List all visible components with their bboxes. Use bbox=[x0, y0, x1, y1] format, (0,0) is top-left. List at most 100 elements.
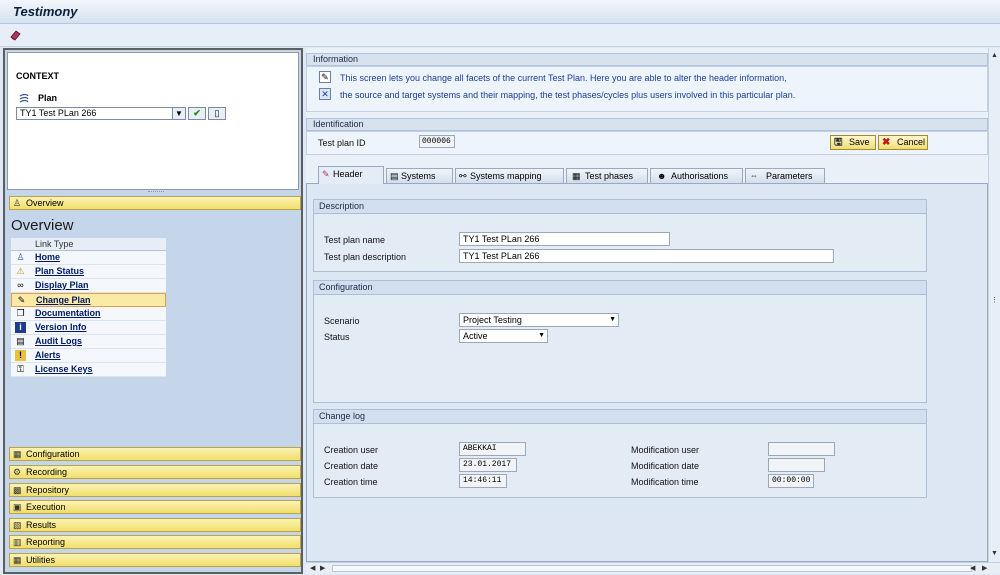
tab-test-phases[interactable]: ▦ Test phases bbox=[566, 168, 648, 183]
app-title: Testimony bbox=[13, 4, 78, 19]
creation-user-label: Creation user bbox=[324, 445, 379, 455]
information-header: Information bbox=[306, 53, 988, 66]
change-log-header: Change log bbox=[314, 410, 926, 424]
status-select[interactable]: Active ▼ bbox=[459, 329, 548, 343]
tab-authorisations[interactable]: ☻ Authorisations bbox=[650, 168, 743, 183]
horizontal-scrollbar[interactable]: ◀ ▶ ◀ ▶ bbox=[306, 562, 1000, 574]
nav-utilities-button[interactable]: ▦ Utilities bbox=[9, 553, 301, 567]
link-row-license-keys[interactable]: ⚿ License Keys bbox=[11, 363, 166, 377]
nav-configuration-button[interactable]: ▦ Configuration bbox=[9, 447, 301, 461]
save-button[interactable]: 🖫 Save bbox=[830, 135, 876, 150]
plan-select[interactable]: TY1 Test PLan 266 bbox=[16, 107, 186, 120]
nav-overview-button[interactable]: ♙ Overview bbox=[9, 196, 301, 210]
test-plan-description-input[interactable]: TY1 Test PLan 266 bbox=[459, 249, 834, 263]
test-plan-name-input[interactable]: TY1 Test PLan 266 bbox=[459, 232, 670, 246]
eraser-icon[interactable] bbox=[9, 29, 22, 41]
nav-reporting-label: Reporting bbox=[26, 537, 66, 547]
splitter-grip[interactable] bbox=[148, 191, 164, 194]
modification-user-field bbox=[768, 442, 835, 456]
scroll-right-icon-small[interactable]: ▶ bbox=[320, 564, 325, 572]
pencil-icon: ✎ bbox=[17, 295, 26, 305]
confirm-check-icon[interactable]: ✔ bbox=[188, 107, 206, 120]
tab-systems-mapping-label: Systems mapping bbox=[470, 171, 542, 181]
alert-icon: ! bbox=[15, 350, 26, 361]
tab-parameters[interactable]: ⇔ Parameters bbox=[745, 168, 825, 183]
cancel-label: Cancel bbox=[897, 137, 926, 147]
modification-user-label: Modification user bbox=[631, 445, 700, 455]
scroll-left-end-icon[interactable]: ◀ bbox=[970, 564, 975, 572]
title-bar bbox=[0, 0, 1000, 24]
nav-repository-label: Repository bbox=[26, 485, 70, 495]
plan-icon bbox=[19, 93, 29, 103]
identification-header: Identification bbox=[306, 118, 988, 131]
scenario-select[interactable]: Project Testing ▼ bbox=[459, 313, 619, 327]
link-row-plan-status[interactable]: ⚠ Plan Status bbox=[11, 265, 166, 279]
key-icon: ⚿ bbox=[17, 364, 24, 374]
chevron-down-icon[interactable]: ▼ bbox=[172, 107, 186, 120]
link-row-alerts[interactable]: ! Alerts bbox=[11, 349, 166, 363]
close-box-icon: ✕ bbox=[319, 88, 331, 100]
link-home[interactable]: Home bbox=[35, 252, 60, 262]
nav-execution-button[interactable]: ▣ Execution bbox=[9, 500, 301, 514]
tab-systems-mapping[interactable]: ⚯ Systems mapping bbox=[455, 168, 564, 183]
configuration-header: Configuration bbox=[314, 281, 926, 295]
execution-icon: ▣ bbox=[13, 502, 22, 512]
nav-reporting-button[interactable]: ▥ Reporting bbox=[9, 535, 301, 549]
link-alerts[interactable]: Alerts bbox=[35, 350, 61, 360]
link-row-audit-logs[interactable]: ▤ Audit Logs bbox=[11, 335, 166, 349]
status-label: Status bbox=[324, 332, 350, 342]
reporting-icon: ▥ bbox=[13, 537, 22, 547]
scroll-thumb[interactable] bbox=[332, 565, 972, 572]
vertical-scrollbar[interactable]: ▲ ⋮ ▼ bbox=[988, 48, 1000, 562]
tab-header[interactable]: ✎ Header bbox=[318, 166, 384, 184]
chevron-down-icon: ▼ bbox=[538, 332, 545, 339]
nav-results-button[interactable]: ▧ Results bbox=[9, 518, 301, 532]
results-icon: ▧ bbox=[13, 520, 22, 530]
link-row-documentation[interactable]: ❐ Documentation bbox=[11, 307, 166, 321]
scroll-up-icon[interactable]: ▲ bbox=[991, 52, 998, 59]
tab-systems[interactable]: ▤ Systems bbox=[386, 168, 453, 183]
nav-recording-button[interactable]: ⚙ Recording bbox=[9, 465, 301, 479]
nav-repository-button[interactable]: ▩ Repository bbox=[9, 483, 301, 497]
cancel-button[interactable]: ✖ Cancel bbox=[878, 135, 928, 150]
scroll-down-icon[interactable]: ▼ bbox=[991, 550, 998, 557]
link-table: Link Type ♙ Home ⚠ Plan Status ∞ Display Pl… bbox=[11, 238, 166, 377]
recording-icon: ⚙ bbox=[13, 467, 22, 477]
authorisations-icon: ☻ bbox=[657, 171, 667, 181]
left-panel: CONTEXT Plan TY1 Test PLan 266 ▼ ✔ ▯ ♙ O… bbox=[3, 48, 303, 574]
toolbar bbox=[0, 24, 1000, 47]
scenario-label: Scenario bbox=[324, 316, 360, 326]
documents-icon: ❐ bbox=[16, 308, 25, 318]
test-plan-id-label: Test plan ID bbox=[318, 138, 366, 148]
save-label: Save bbox=[849, 137, 870, 147]
link-version-info[interactable]: Version Info bbox=[35, 322, 87, 332]
info-line-1: This screen lets you change all facets o… bbox=[340, 73, 787, 83]
user-icon: ♙ bbox=[13, 198, 22, 208]
link-row-change-plan[interactable]: ✎ Change Plan bbox=[11, 293, 166, 307]
test-phases-icon: ▦ bbox=[572, 171, 581, 181]
link-row-display-plan[interactable]: ∞ Display Plan bbox=[11, 279, 166, 293]
link-license-keys[interactable]: License Keys bbox=[35, 364, 93, 374]
header-tab-icon: ✎ bbox=[322, 169, 330, 179]
systems-icon: ▤ bbox=[390, 171, 399, 181]
mapping-icon: ⚯ bbox=[459, 171, 467, 181]
context-box: CONTEXT Plan TY1 Test PLan 266 ▼ ✔ ▯ bbox=[7, 52, 299, 192]
link-display-plan[interactable]: Display Plan bbox=[35, 280, 89, 290]
scenario-value: Project Testing bbox=[463, 315, 522, 325]
link-change-plan[interactable]: Change Plan bbox=[36, 295, 91, 305]
test-plan-id-field: 000006 bbox=[419, 135, 455, 148]
nav-recording-label: Recording bbox=[26, 467, 68, 477]
link-row-version-info[interactable]: i Version Info bbox=[11, 321, 166, 335]
scroll-left-icon[interactable]: ◀ bbox=[310, 564, 315, 572]
scroll-grip-icon[interactable]: ⋮ bbox=[991, 296, 998, 304]
new-document-icon[interactable]: ▯ bbox=[208, 107, 226, 120]
link-row-home[interactable]: ♙ Home bbox=[11, 251, 166, 265]
tab-systems-label: Systems bbox=[401, 171, 436, 181]
link-plan-status[interactable]: Plan Status bbox=[35, 266, 84, 276]
scroll-right-icon[interactable]: ▶ bbox=[982, 564, 987, 572]
nav-results-label: Results bbox=[26, 520, 57, 530]
link-audit-logs[interactable]: Audit Logs bbox=[35, 336, 82, 346]
log-icon: ▤ bbox=[16, 336, 25, 346]
save-icon: 🖫 bbox=[834, 137, 843, 148]
link-documentation[interactable]: Documentation bbox=[35, 308, 101, 318]
